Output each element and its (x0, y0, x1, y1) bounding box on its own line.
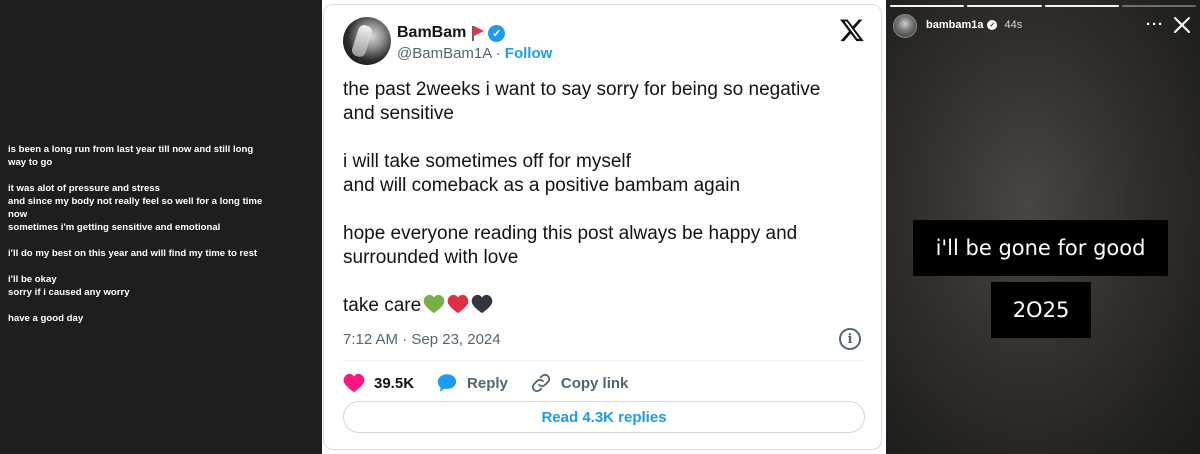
note-paragraph: i'll do my best on this year and will fi… (8, 247, 308, 260)
story-progress-bar (890, 5, 1196, 7)
follow-button[interactable]: Follow (505, 45, 553, 62)
tweet-paragraph: hope everyone reading this post always b… (343, 222, 863, 270)
x-logo-icon[interactable] (839, 17, 865, 43)
black-heart-icon (471, 294, 493, 314)
tweet-paragraph: the past 2weeks i want to say sorry for … (343, 78, 863, 126)
note-text: is been a long run from last year till n… (8, 143, 308, 338)
speech-bubble-icon (437, 374, 457, 392)
progress-segment (1121, 5, 1196, 7)
verified-badge-icon[interactable]: ✓ (488, 24, 506, 42)
separator: · (495, 45, 501, 62)
progress-segment (1044, 5, 1119, 7)
heart-icon (343, 373, 365, 393)
note-line: it was alot of pressure and stress (8, 183, 160, 194)
avatar[interactable] (893, 14, 917, 38)
tweet-card: BamBam ✓ @BamBam1A · Follow the past 2we… (323, 4, 882, 450)
tweet-paragraph: i will take sometimes off for myself and… (343, 150, 863, 198)
close-icon[interactable] (1173, 16, 1191, 34)
tweet-line: and will comeback as a positive bambam a… (343, 175, 741, 196)
note-line: have a good day (8, 313, 84, 324)
copy-link-label: Copy link (560, 374, 629, 392)
info-icon[interactable]: i (839, 328, 861, 350)
tweet-line: the past 2weeks i want to say sorry for … (343, 79, 821, 100)
reply-button[interactable]: Reply (436, 372, 508, 394)
note-line: sometimes i'm getting sensitive and emot… (8, 222, 221, 233)
green-heart-icon (423, 294, 445, 314)
tweet-text: the past 2weeks i want to say sorry for … (343, 78, 863, 342)
author-handle-row: @BamBam1A · Follow (397, 45, 552, 62)
notes-screenshot: is been a long run from last year till n… (0, 0, 322, 454)
note-line: i'll do my best on this year and will fi… (8, 248, 258, 259)
progress-segment (890, 5, 965, 7)
red-flag-icon (471, 25, 484, 41)
copy-link-button[interactable]: Copy link (530, 372, 629, 394)
progress-segment (967, 5, 1042, 7)
note-line: i'll be okay (8, 274, 57, 285)
story-header: bambam1a ✓ 44s (926, 19, 1022, 31)
note-paragraph: have a good day (8, 312, 308, 325)
note-line: way to go (8, 157, 53, 168)
like-count: 39.5K (374, 374, 415, 392)
tweet-actions: 39.5K Reply Copy link (343, 369, 650, 397)
read-replies-button[interactable]: Read 4.3K replies (343, 401, 865, 433)
tweet-line: and sensitive (343, 103, 454, 124)
handle[interactable]: @BamBam1A (397, 45, 491, 62)
story-year-text: 2O25 (991, 282, 1091, 338)
note-paragraph: it was alot of pressure and stress and s… (8, 182, 308, 234)
link-icon (531, 373, 550, 393)
note-line: and since my body not really feel so wel… (8, 196, 263, 207)
tweet-line: hope everyone reading this post always b… (343, 223, 798, 244)
note-line: now (8, 209, 28, 220)
divider (343, 360, 864, 361)
story-screenshot: bambam1a ✓ 44s ··· i'll be gone for good… (886, 0, 1200, 454)
story-caption: i'll be gone for good (913, 220, 1168, 276)
note-paragraph: i'll be okay sorry if i caused any worry (8, 273, 308, 299)
tweet-line: surrounded with love (343, 247, 519, 268)
like-button[interactable]: 39.5K (343, 372, 414, 394)
tweet-paragraph: take care (343, 294, 863, 318)
reply-label: Reply (467, 374, 508, 392)
story-username[interactable]: bambam1a (926, 19, 983, 31)
tweet-line: i will take sometimes off for myself (343, 151, 631, 172)
tweet-closing: take care (343, 295, 422, 316)
avatar[interactable] (343, 17, 391, 65)
display-name[interactable]: BamBam (397, 24, 466, 42)
tweet-timestamp[interactable]: 7:12 AM · Sep 23, 2024 (343, 331, 501, 348)
more-options-icon[interactable]: ··· (1146, 16, 1164, 33)
note-paragraph: is been a long run from last year till n… (8, 143, 308, 169)
heart-emojis (423, 294, 493, 314)
red-heart-icon (447, 294, 469, 314)
note-line: is been a long run from last year till n… (8, 144, 254, 155)
verified-badge-icon: ✓ (987, 20, 998, 30)
note-line: sorry if i caused any worry (8, 287, 130, 298)
story-time: 44s (1004, 19, 1023, 31)
author-name-row: BamBam ✓ (397, 24, 506, 42)
